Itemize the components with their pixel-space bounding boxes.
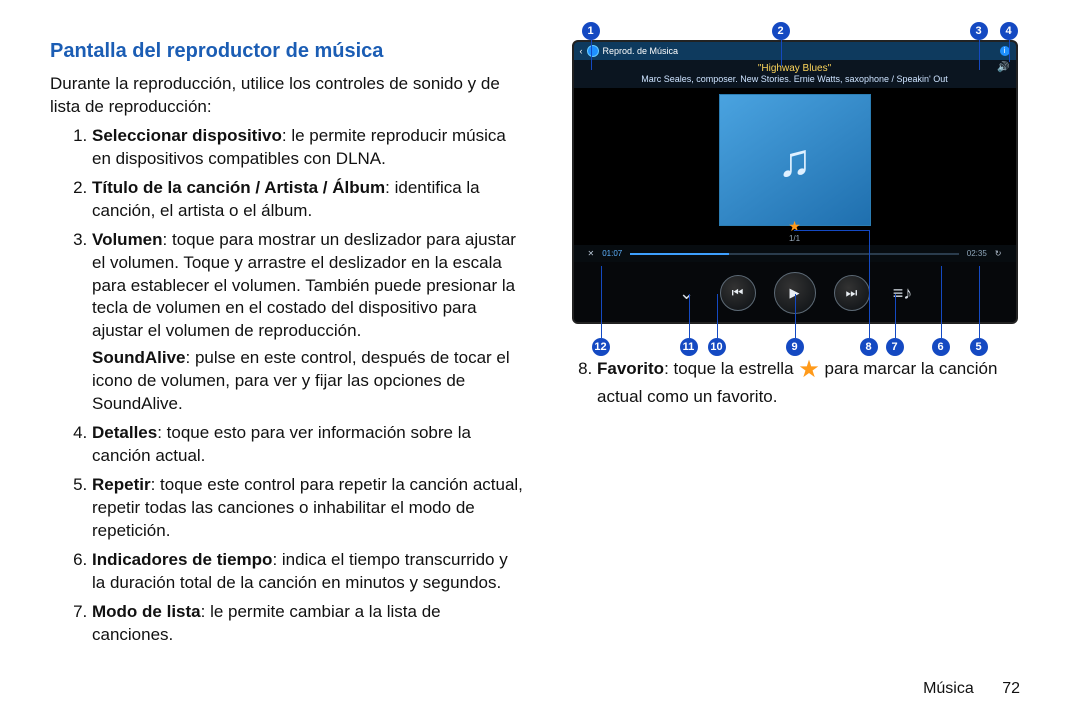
song-title: "Highway Blues"	[574, 63, 1016, 74]
time-bar: ✕ 01:07 02:35 ↻	[574, 245, 1016, 262]
next-button[interactable]: ⏭	[834, 275, 870, 311]
leader-line	[979, 40, 980, 70]
page-indicator: 1/1	[789, 234, 800, 243]
callout-10: 10	[708, 338, 726, 356]
item-head: Repetir	[92, 475, 151, 494]
leader-line	[895, 294, 896, 338]
callout-7: 7	[886, 338, 904, 356]
callout-2: 2	[772, 22, 790, 40]
callout-5: 5	[970, 338, 988, 356]
list-item: Favorito: toque la estrella ★ para marca…	[597, 354, 1030, 409]
favorite-star-icon[interactable]: ★	[788, 218, 801, 235]
callout-9: 9	[786, 338, 804, 356]
leader-line	[1009, 40, 1010, 62]
list-mode-icon[interactable]: ≡♪	[888, 283, 918, 304]
track-info: "Highway Blues" Marc Seales, composer. N…	[574, 60, 1016, 88]
elapsed-time: 01:07	[602, 249, 622, 258]
item-body: : toque la estrella	[664, 359, 798, 378]
prev-button[interactable]: ⏮	[720, 275, 756, 311]
callout-11: 11	[680, 338, 698, 356]
leader-line	[689, 294, 690, 338]
list-item: Modo de lista: le permite cambiar a la l…	[92, 601, 525, 647]
intro-text: Durante la reproducción, utilice los con…	[50, 73, 525, 119]
list-item: Seleccionar dispositivo: le permite repr…	[92, 125, 525, 171]
progress-track[interactable]	[630, 253, 959, 255]
volume-icon[interactable]: 🔊	[997, 62, 1009, 73]
callout-8: 8	[860, 338, 878, 356]
total-time: 02:35	[967, 249, 987, 258]
section-title: Pantalla del reproductor de música	[50, 40, 525, 63]
callout-3: 3	[970, 22, 988, 40]
leader-line	[781, 40, 782, 66]
item-head: Título de la canción / Artista / Álbum	[92, 178, 385, 197]
callout-1: 1	[582, 22, 600, 40]
chevron-down-icon[interactable]: ⌄	[672, 283, 702, 304]
item-head: Seleccionar dispositivo	[92, 126, 282, 145]
leader-line	[941, 266, 942, 338]
song-artist: Marc Seales, composer. New Stories. Erni…	[574, 74, 1016, 84]
list-item: Título de la canción / Artista / Álbum: …	[92, 177, 525, 223]
item-body: : toque este control para repetir la can…	[92, 475, 523, 540]
list-item: Volumen: toque para mostrar un deslizado…	[92, 229, 525, 417]
leader-line	[591, 40, 592, 70]
shuffle-icon[interactable]: ✕	[588, 249, 595, 258]
item-subhead: SoundAlive	[92, 348, 186, 367]
item-head: Favorito	[597, 359, 664, 378]
page-number: 72	[1002, 680, 1020, 697]
feature-list-right: Favorito: toque la estrella ★ para marca…	[555, 354, 1030, 409]
player-title: Reprod. de Música	[603, 46, 679, 56]
page-footer: Música 72	[923, 680, 1020, 698]
list-item: Repetir: toque este control para repetir…	[92, 474, 525, 543]
footer-label: Música	[923, 680, 974, 697]
repeat-icon[interactable]: ↻	[995, 249, 1002, 258]
item-head: Volumen	[92, 230, 163, 249]
list-item: Detalles: toque esto para ver informació…	[92, 422, 525, 468]
callout-12: 12	[592, 338, 610, 356]
music-note-icon: ♫	[777, 133, 812, 187]
device-figure: 1 2 3 4 ‹ Reprod. de Música i "Highway B…	[572, 40, 1014, 324]
player-topbar: ‹ Reprod. de Música i	[574, 42, 1016, 60]
leader-line	[795, 294, 796, 338]
album-art: ♫ ★	[719, 94, 871, 226]
leader-line	[717, 294, 718, 338]
leader-line	[601, 266, 602, 338]
callout-4: 4	[1000, 22, 1018, 40]
callout-6: 6	[932, 338, 950, 356]
list-item: Indicadores de tiempo: indica el tiempo …	[92, 549, 525, 595]
back-icon[interactable]: ‹	[580, 46, 583, 56]
leader-line	[979, 266, 980, 338]
leader-line	[794, 230, 870, 231]
star-icon: ★	[798, 356, 820, 383]
item-head: Modo de lista	[92, 602, 201, 621]
feature-list: Seleccionar dispositivo: le permite repr…	[50, 125, 525, 647]
leader-line	[869, 230, 870, 338]
select-device-icon[interactable]	[587, 45, 599, 57]
item-head: Indicadores de tiempo	[92, 550, 272, 569]
item-head: Detalles	[92, 423, 157, 442]
